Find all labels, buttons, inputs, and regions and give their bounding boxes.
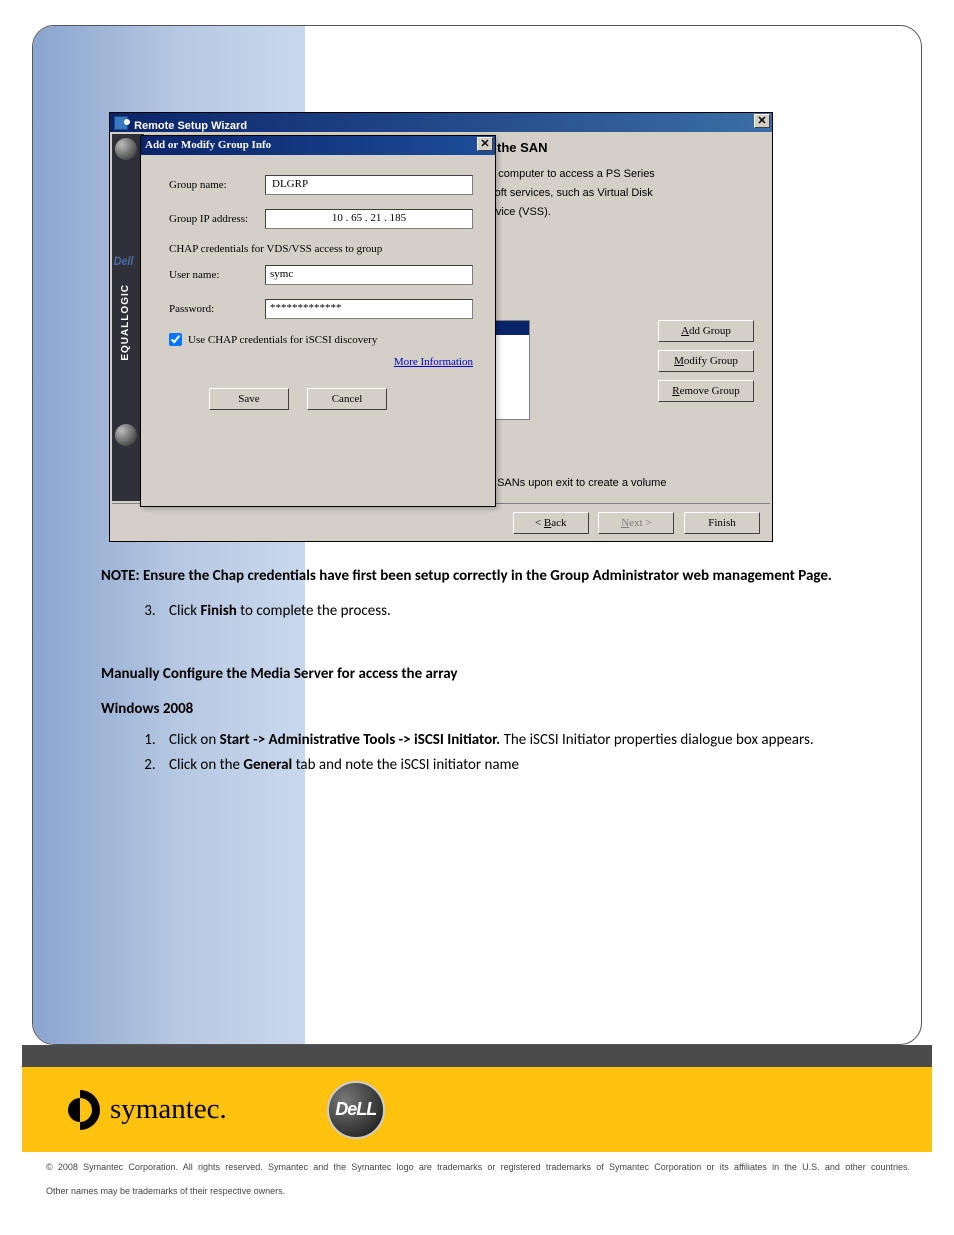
step-2: Click on the General tab and note the iS… [159, 755, 885, 776]
symantec-logo: symantec. [60, 1090, 227, 1130]
copyright-line-2: Other names may be trademarks of their r… [46, 1186, 285, 1196]
window-titlebar[interactable]: Remote Setup Wizard ✕ [110, 113, 772, 132]
dialog-titlebar[interactable]: Add or Modify Group Info ✕ [141, 136, 495, 155]
group-ip-label: Group IP address: [169, 213, 265, 225]
copyright-line-1: © 2008 Symantec Corporation. All rights … [46, 1162, 910, 1173]
username-label: User name: [169, 269, 265, 281]
wizard-text-4: uter: [450, 248, 764, 263]
save-button[interactable]: Save [209, 388, 289, 410]
dell-logo: DeLL [327, 1081, 385, 1139]
note-text: NOTE: Ensure the Chap credentials have f… [101, 566, 885, 587]
app-icon [114, 116, 128, 130]
section-heading-2: Windows 2008 [101, 699, 885, 720]
wizard-heading: access the SAN [450, 140, 764, 155]
add-group-button[interactable]: Add Group [658, 320, 754, 342]
cancel-button[interactable]: Cancel [307, 388, 387, 410]
close-icon[interactable]: ✕ [477, 137, 493, 151]
add-modify-group-dialog: Add or Modify Group Info ✕ Group name: D… [140, 135, 496, 507]
modify-group-button[interactable]: Modify Group [658, 350, 754, 372]
username-input[interactable]: symc [265, 265, 473, 285]
wizard-text-3: Copy Service (VSS). [450, 205, 764, 220]
footer-yellow-bar: symantec. DeLL [22, 1067, 932, 1152]
use-chap-checkbox[interactable] [169, 333, 182, 346]
group-ip-input[interactable]: 10 . 65 . 21 . 185 [265, 209, 473, 229]
section-heading-1: Manually Configure the Media Server for … [101, 664, 885, 685]
group-name-input[interactable]: DLGRP [265, 175, 473, 195]
password-input[interactable]: ************* [265, 299, 473, 319]
remove-group-button[interactable]: Remove Group [658, 380, 754, 402]
symantec-icon [60, 1090, 100, 1130]
step-3: Click Finish to complete the process. [159, 601, 885, 622]
back-button[interactable]: < Back [513, 512, 589, 534]
dell-brand: Dell [114, 254, 143, 268]
close-icon[interactable]: ✕ [754, 114, 770, 128]
wizard-text-2: to Microsoft services, such as Virtual D… [450, 186, 764, 201]
symantec-text: symantec. [110, 1093, 227, 1126]
footer-dark-bar [22, 1045, 932, 1067]
finish-button[interactable]: Finish [684, 512, 760, 534]
step-1: Click on Start -> Administrative Tools -… [159, 730, 885, 751]
wizard-text-1: allow this computer to access a PS Serie… [450, 167, 764, 182]
more-information-link[interactable]: More Information [394, 356, 473, 368]
use-chap-label: Use CHAP credentials for iSCSI discovery [188, 334, 377, 346]
chap-section-label: CHAP credentials for VDS/VSS access to g… [169, 243, 473, 255]
next-button[interactable]: Next > [598, 512, 674, 534]
dialog-title: Add or Modify Group Info [145, 139, 271, 151]
window-title: Remote Setup Wizard [134, 120, 247, 132]
equallogic-brand: EQUALLOGIC [120, 284, 131, 361]
password-label: Password: [169, 303, 265, 315]
group-name-label: Group name: [169, 179, 265, 191]
